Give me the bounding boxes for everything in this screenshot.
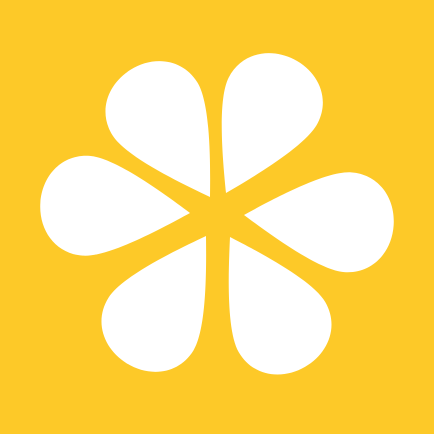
flower-petals: [40, 53, 394, 375]
app-icon[interactable]: [0, 0, 434, 434]
flower-icon: [40, 53, 394, 375]
